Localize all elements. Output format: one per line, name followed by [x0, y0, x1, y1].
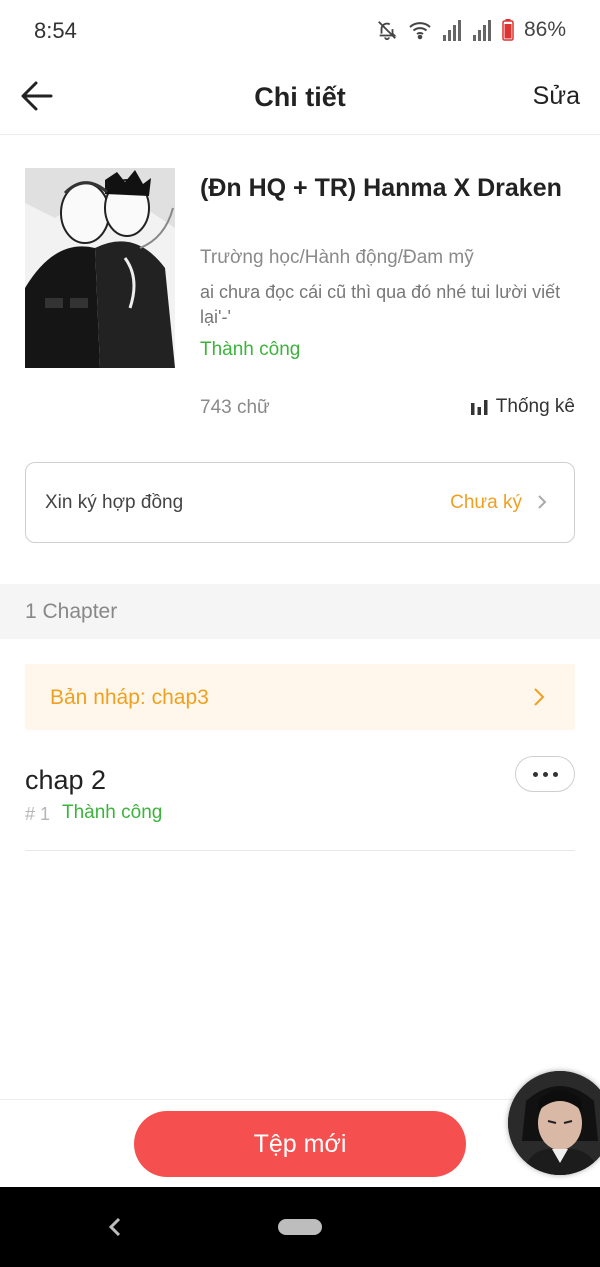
battery-percent: 86% — [523, 18, 566, 41]
book-description: ai chưa đọc cái cũ thì qua đó nhé tui lư… — [200, 282, 561, 327]
contract-label: Xin ký hợp đồng — [45, 492, 184, 513]
contract-row[interactable]: Xin ký hợp đồng Chưa ký — [25, 462, 575, 543]
chevron-right-icon — [538, 495, 547, 509]
header: Chi tiết Sửa — [0, 62, 600, 135]
status-time: 8:54 — [34, 18, 77, 43]
chapter-count-section: 1 Chapter — [0, 584, 600, 639]
bar-chart-icon — [470, 399, 488, 415]
nav-back-icon[interactable] — [106, 1215, 124, 1239]
stats-button[interactable]: Thống kê — [470, 396, 575, 418]
dot — [542, 771, 548, 777]
status-icons: 86% — [376, 18, 566, 42]
book-status: Thành công — [200, 339, 301, 360]
draft-label: Bản nháp: chap3 — [50, 686, 209, 709]
chapter-status: Thành công — [62, 802, 163, 823]
chapter-index: # 1 — [25, 804, 51, 824]
chapter-title: chap 2 — [25, 765, 107, 795]
chevron-right-icon — [534, 688, 545, 706]
dot — [552, 771, 558, 777]
draft-row[interactable]: Bản nháp: chap3 — [25, 664, 575, 730]
book-cover-image — [25, 168, 175, 368]
chapter-list-item[interactable]: chap 2 # 1 Thành công — [25, 750, 575, 851]
chapter-count: 1 Chapter — [25, 600, 118, 623]
contract-status: Chưa ký — [450, 492, 522, 513]
stats-label: Thống kê — [495, 396, 575, 417]
mute-bell-icon — [378, 21, 397, 41]
new-file-button[interactable]: Tệp mới — [134, 1111, 466, 1177]
page-title: Chi tiết — [254, 82, 346, 112]
nav-home-button[interactable] — [278, 1219, 322, 1235]
word-count: 743 chữ — [200, 397, 270, 418]
signal-icon — [442, 20, 461, 41]
battery-icon — [502, 19, 514, 41]
signal-icon — [472, 20, 491, 41]
wifi-icon — [409, 22, 431, 40]
status-bar: 8:54 86% — [0, 0, 600, 62]
book-title: (Đn HQ + TR) Hanma X Draken — [200, 174, 562, 202]
edit-button[interactable]: Sửa — [533, 82, 580, 111]
more-options-button[interactable] — [515, 756, 575, 792]
dot — [532, 771, 538, 777]
system-nav-bar — [0, 1187, 600, 1267]
book-genre: Trường học/Hành động/Đam mỹ — [200, 247, 474, 268]
